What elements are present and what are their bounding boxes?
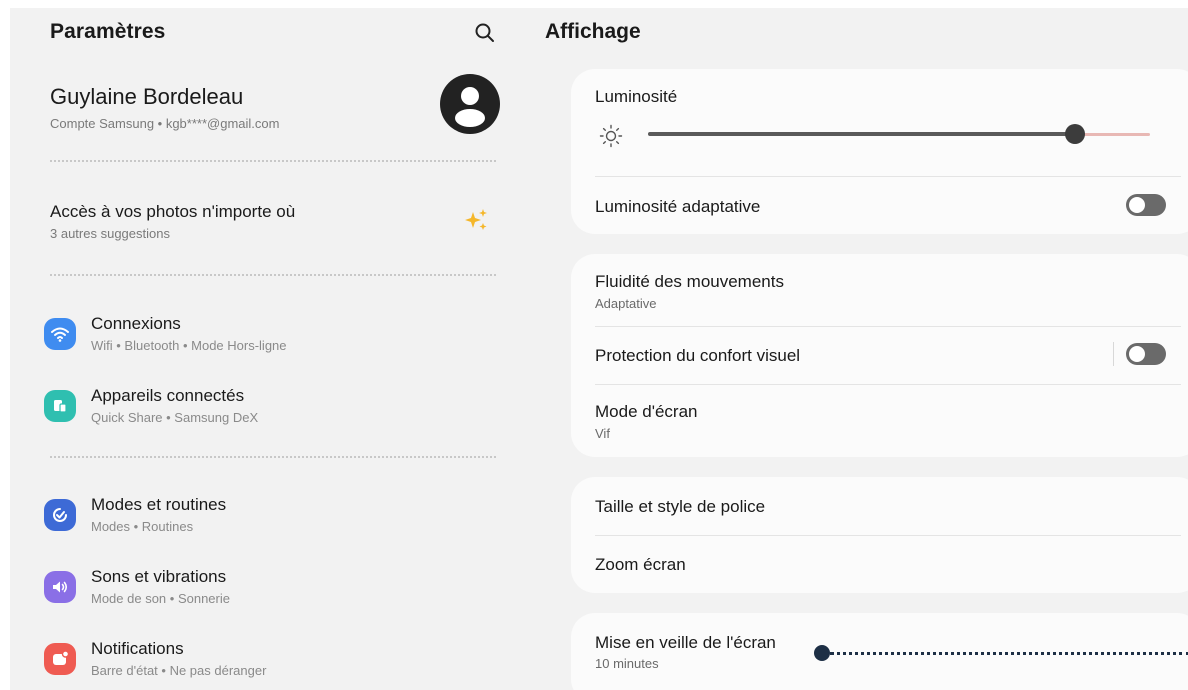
account-name: Guylaine Bordeleau <box>50 84 244 109</box>
nav-item-label: Connexions <box>91 314 181 333</box>
toggle-knob <box>1129 197 1145 213</box>
brightness-slider-track[interactable] <box>648 132 1075 136</box>
search-icon[interactable] <box>472 20 498 46</box>
screen-timeout-value: 10 minutes <box>595 656 659 671</box>
nav-item-label: Sons et vibrations <box>91 567 227 586</box>
nav-item-appareils-connectes[interactable]: Appareils connectés Quick Share • Samsun… <box>44 384 500 436</box>
nav-item-modes-et-routines[interactable]: Modes et routines Modes • Routines <box>44 493 500 545</box>
nav-item-subtitle: Wifi • Bluetooth • Mode Hors-ligne <box>91 338 287 353</box>
toggle-knob <box>1129 346 1145 362</box>
row-divider <box>595 384 1181 385</box>
page-title: Paramètres <box>50 20 166 43</box>
nav-item-subtitle: Quick Share • Samsung DeX <box>91 410 259 425</box>
nav-item-label: Modes et routines <box>91 495 227 514</box>
sparkle-icon <box>462 206 490 234</box>
row-divider <box>595 176 1181 177</box>
sound-icon <box>44 571 76 603</box>
font-size-style-row[interactable]: Taille et style de police <box>595 497 765 517</box>
detail-title: Affichage <box>545 20 641 43</box>
divider <box>50 160 496 162</box>
screen-mode-label: Mode d'écran <box>595 402 698 421</box>
nav-item-notifications[interactable]: Notifications Barre d'état • Ne pas déra… <box>44 637 500 689</box>
account-row[interactable]: Guylaine Bordeleau Compte Samsung • kgb*… <box>50 74 500 142</box>
suggestion-title: Accès à vos photos n'importe où <box>50 202 296 221</box>
nav-item-subtitle: Modes • Routines <box>91 519 194 534</box>
motion-smoothness-value: Adaptative <box>595 296 657 311</box>
display-options-card: Fluidité des mouvements Adaptative Prote… <box>571 254 1188 457</box>
motion-smoothness-label: Fluidité des mouvements <box>595 272 784 291</box>
wifi-icon <box>44 318 76 350</box>
screen-mode-value: Vif <box>595 426 610 441</box>
screen-zoom-row[interactable]: Zoom écran <box>595 555 686 575</box>
nav-item-connexions[interactable]: Connexions Wifi • Bluetooth • Mode Hors-… <box>44 312 500 364</box>
nav-item-sons-et-vibrations[interactable]: Sons et vibrations Mode de son • Sonneri… <box>44 565 500 617</box>
eye-comfort-toggle[interactable] <box>1126 343 1166 365</box>
nav-item-label: Appareils connectés <box>91 386 245 405</box>
nav-item-label: Notifications <box>91 639 184 658</box>
divider <box>50 456 496 458</box>
adaptive-brightness-label: Luminosité adaptative <box>595 197 761 216</box>
annotation-pointer-dot <box>814 645 830 661</box>
brightness-card: Luminosité Luminosité adaptative <box>571 69 1188 234</box>
brightness-slider-thumb[interactable] <box>1064 124 1085 144</box>
vertical-separator <box>1113 342 1114 366</box>
brightness-label: Luminosité <box>595 87 678 106</box>
annotation-pointer-line <box>830 652 1188 655</box>
devices-icon <box>44 390 76 422</box>
suggestion-row[interactable]: Accès à vos photos n'importe où 3 autres… <box>50 200 500 250</box>
screen-timeout-label: Mise en veille de l'écran <box>595 633 776 652</box>
account-subtitle: Compte Samsung • kgb****@gmail.com <box>50 116 280 131</box>
suggestion-subtitle: 3 autres suggestions <box>50 226 170 241</box>
sun-icon <box>598 123 624 149</box>
row-divider <box>595 535 1181 536</box>
settings-screen: Paramètres Guylaine Bordeleau Compte Sam… <box>10 8 1188 690</box>
nav-item-subtitle: Barre d'état • Ne pas déranger <box>91 663 267 678</box>
settings-list-pane: Paramètres Guylaine Bordeleau Compte Sam… <box>10 8 510 690</box>
row-divider <box>595 326 1181 327</box>
divider <box>50 274 496 276</box>
brightness-slider-rest[interactable] <box>1074 133 1150 136</box>
font-zoom-card: Taille et style de police Zoom écran <box>571 477 1188 593</box>
notification-icon <box>44 643 76 675</box>
nav-item-subtitle: Mode de son • Sonnerie <box>91 591 230 606</box>
avatar[interactable] <box>440 74 500 134</box>
adaptive-brightness-toggle[interactable] <box>1126 194 1166 216</box>
modes-icon <box>44 499 76 531</box>
eye-comfort-label: Protection du confort visuel <box>595 346 801 365</box>
